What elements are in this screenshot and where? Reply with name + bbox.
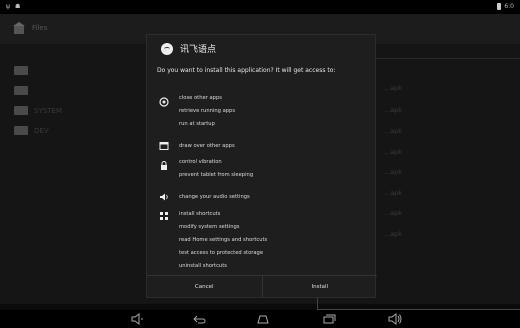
permission-item: install shortcuts <box>179 211 221 217</box>
file-item: ...apk <box>384 127 403 135</box>
window-icon <box>159 142 169 150</box>
file-item: ...apk <box>384 148 403 156</box>
dialog-button-bar: Cancel Install <box>147 275 377 297</box>
install-button[interactable]: Install <box>261 276 378 297</box>
dialog-message: Do you want to install this application?… <box>157 67 336 74</box>
file-item: ...apk <box>384 106 403 114</box>
shortcut-icon <box>160 212 168 220</box>
battery-icon <box>497 3 502 10</box>
folder-label: DEV <box>34 127 49 135</box>
lock-icon <box>161 161 167 170</box>
install-dialog: 讯飞语点 Do you want to install this applica… <box>146 34 377 298</box>
recent-apps-icon[interactable] <box>322 313 336 325</box>
permission-item: close other apps <box>179 95 222 101</box>
speaker-icon <box>160 193 168 201</box>
app-logo-icon <box>161 42 173 55</box>
folder-icon <box>14 86 28 95</box>
permission-item: modify system settings <box>179 224 240 230</box>
dialog-header: 讯飞语点 <box>161 42 216 55</box>
permission-item: retrieve running apps <box>179 108 236 114</box>
volume-up-icon[interactable] <box>388 313 402 325</box>
file-item: ...apk <box>384 168 403 176</box>
file-item: ...apk <box>384 209 403 217</box>
permission-item: change your audio settings <box>179 194 250 200</box>
permission-item: uninstall shortcuts <box>179 263 227 269</box>
permission-item: run at startup <box>179 121 215 127</box>
back-icon[interactable] <box>192 313 206 325</box>
permission-item: control vibration <box>179 159 222 165</box>
apps-icon <box>159 97 169 107</box>
folder-label: SYSTEM <box>34 107 62 115</box>
file-item: ...apk <box>384 230 403 238</box>
permission-item: draw over other apps <box>179 143 235 149</box>
dialog-title: 讯飞语点 <box>180 45 217 55</box>
android-debug-icon: ☗ <box>14 3 21 10</box>
folder-icon <box>14 66 28 75</box>
status-bar-right: 6:0 <box>497 3 514 10</box>
navigation-bar <box>0 310 520 328</box>
cancel-button[interactable]: Cancel <box>147 276 262 297</box>
background-divider <box>317 298 520 310</box>
status-bar: ψ ☗ 6:0 <box>0 0 520 14</box>
permission-item: prevent tablet from sleeping <box>179 172 254 178</box>
app-launcher-icon <box>13 22 25 34</box>
background-app-title: Files <box>32 24 48 32</box>
permission-item: test access to protected storage <box>179 250 264 256</box>
volume-down-icon[interactable] <box>130 313 144 325</box>
status-bar-left: ψ ☗ <box>6 3 20 10</box>
file-item: ...apk <box>384 189 403 197</box>
folder-icon <box>14 126 28 135</box>
usb-icon: ψ <box>6 3 10 10</box>
file-item: ...apk <box>384 84 403 92</box>
home-icon[interactable] <box>256 313 270 325</box>
permission-item: read Home settings and shortcuts <box>179 237 268 243</box>
folder-icon <box>14 106 28 115</box>
clock: 6:0 <box>504 3 514 10</box>
list-divider <box>360 58 520 59</box>
